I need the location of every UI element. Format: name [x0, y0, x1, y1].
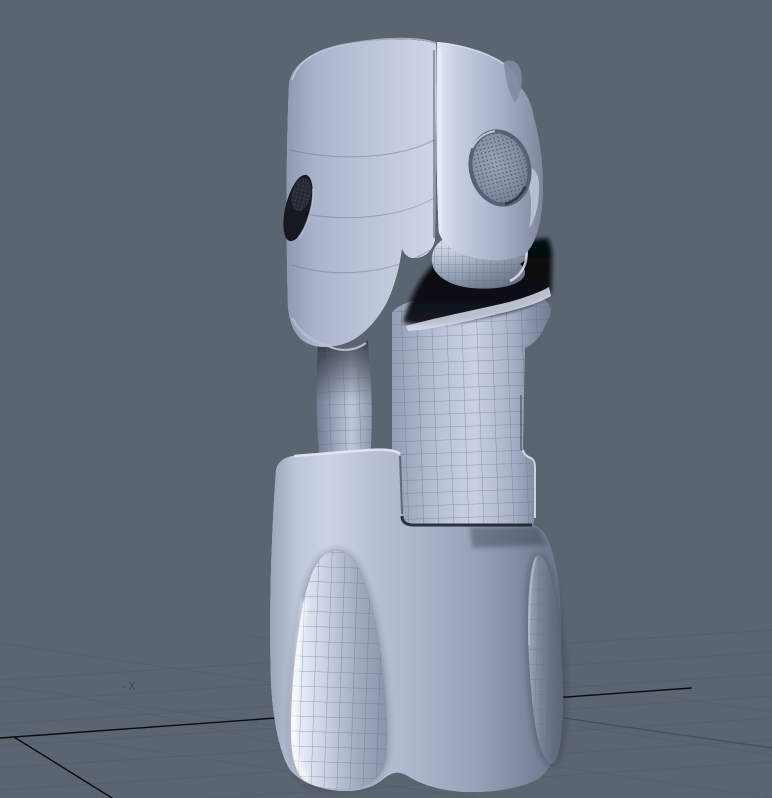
x-axis-label: -X [121, 680, 136, 693]
viewport-3d[interactable]: -X [0, 0, 772, 798]
head-crease-highlight [439, 50, 441, 232]
flange-cast-shadow [470, 527, 547, 548]
viewport-canvas[interactable]: -X [0, 0, 772, 798]
